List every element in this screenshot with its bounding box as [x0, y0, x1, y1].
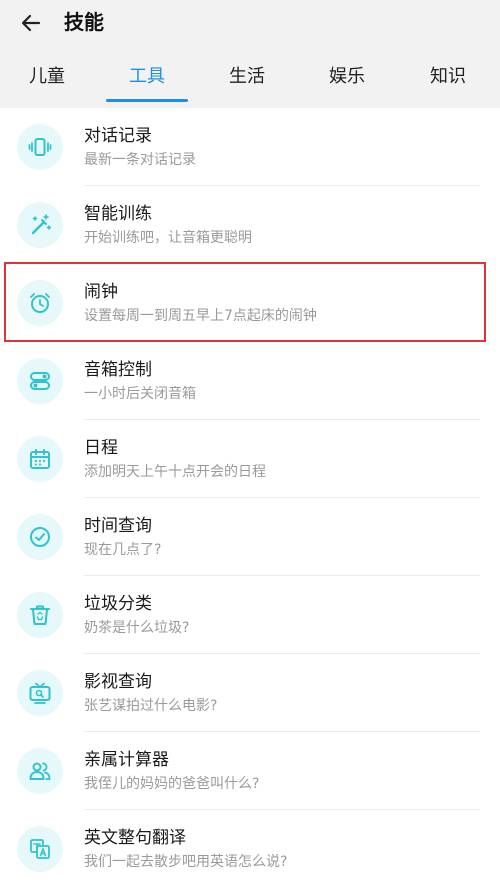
skill-desc: 我们一起去散步吧用英语怎么说?: [84, 854, 288, 870]
alarm-clock-icon: [17, 280, 63, 326]
skill-item-garbage-sorting[interactable]: 垃圾分类 奶茶是什么垃圾?: [0, 576, 500, 654]
tab-knowledge[interactable]: 知识: [403, 58, 493, 102]
skill-desc: 开始训练吧，让音箱更聪明: [84, 230, 252, 246]
tab-label: 儿童: [29, 66, 65, 87]
tv-icon: [17, 670, 63, 716]
skill-desc: 添加明天上午十点开会的日程: [84, 464, 266, 480]
skill-desc: 张艺谋拍过什么电影?: [84, 698, 218, 714]
clock-check-icon: [17, 514, 63, 560]
skill-item-alarm[interactable]: 闹钟 设置每周一到周五早上7点起床的闹钟: [0, 264, 500, 342]
skill-item-english-translation[interactable]: 英文整句翻译 我们一起去散步吧用英语怎么说?: [0, 810, 500, 888]
skill-name: 闹钟: [84, 282, 118, 302]
magic-wand-icon: [17, 202, 63, 248]
skill-item-relative-calculator[interactable]: 亲属计算器 我侄儿的妈妈的爸爸叫什么?: [0, 732, 500, 810]
tab-label: 生活: [229, 66, 265, 87]
people-icon: [17, 748, 63, 794]
back-button[interactable]: [14, 6, 48, 40]
tab-tools[interactable]: 工具: [102, 58, 192, 102]
skill-name: 时间查询: [84, 516, 152, 536]
tab-children[interactable]: 儿童: [2, 58, 92, 102]
skill-item-movie-query[interactable]: 影视查询 张艺谋拍过什么电影?: [0, 654, 500, 732]
skill-desc: 最新一条对话记录: [84, 152, 196, 168]
page-title: 技能: [64, 10, 104, 34]
toggle-control-icon: [17, 358, 63, 404]
skill-name: 英文整句翻译: [84, 828, 186, 848]
tab-label: 工具: [129, 66, 165, 87]
skill-item-schedule[interactable]: 日程 添加明天上午十点开会的日程: [0, 420, 500, 498]
tab-life[interactable]: 生活: [202, 58, 292, 102]
skill-item-smart-training[interactable]: 智能训练 开始训练吧，让音箱更聪明: [0, 186, 500, 264]
skill-name: 智能训练: [84, 204, 152, 224]
skill-name: 亲属计算器: [84, 750, 169, 770]
translate-icon: [17, 826, 63, 872]
skill-item-speaker-control[interactable]: 音箱控制 一小时后关闭音箱: [0, 342, 500, 420]
skill-name: 垃圾分类: [84, 594, 152, 614]
skill-name: 音箱控制: [84, 360, 152, 380]
calendar-icon: [17, 436, 63, 482]
skill-desc: 现在几点了?: [84, 542, 162, 558]
skill-list: 对话记录 最新一条对话记录 智能训练 开始训练吧，让音箱更聪明 闹钟 设置每周一…: [0, 108, 500, 888]
skill-name: 影视查询: [84, 672, 152, 692]
skill-name: 日程: [84, 438, 118, 458]
skill-item-dialog-record[interactable]: 对话记录 最新一条对话记录: [0, 108, 500, 186]
recycle-bin-icon: [17, 592, 63, 638]
tab-entertainment[interactable]: 娱乐: [302, 58, 392, 102]
phone-vibrate-icon: [17, 124, 63, 170]
arrow-left-icon: [21, 14, 41, 32]
active-tab-indicator: [106, 99, 188, 102]
skill-desc: 设置每周一到周五早上7点起床的闹钟: [84, 308, 317, 324]
tab-label: 娱乐: [329, 66, 365, 87]
skill-desc: 奶茶是什么垃圾?: [84, 620, 190, 636]
skill-desc: 一小时后关闭音箱: [84, 386, 196, 402]
skill-desc: 我侄儿的妈妈的爸爸叫什么?: [84, 776, 260, 792]
skill-name: 对话记录: [84, 126, 152, 146]
tab-bar: 儿童 工具 生活 娱乐 知识: [0, 58, 500, 102]
top-bar: 技能 儿童 工具 生活 娱乐 知识: [0, 0, 500, 108]
skill-item-time-query[interactable]: 时间查询 现在几点了?: [0, 498, 500, 576]
tab-label: 知识: [430, 66, 466, 87]
